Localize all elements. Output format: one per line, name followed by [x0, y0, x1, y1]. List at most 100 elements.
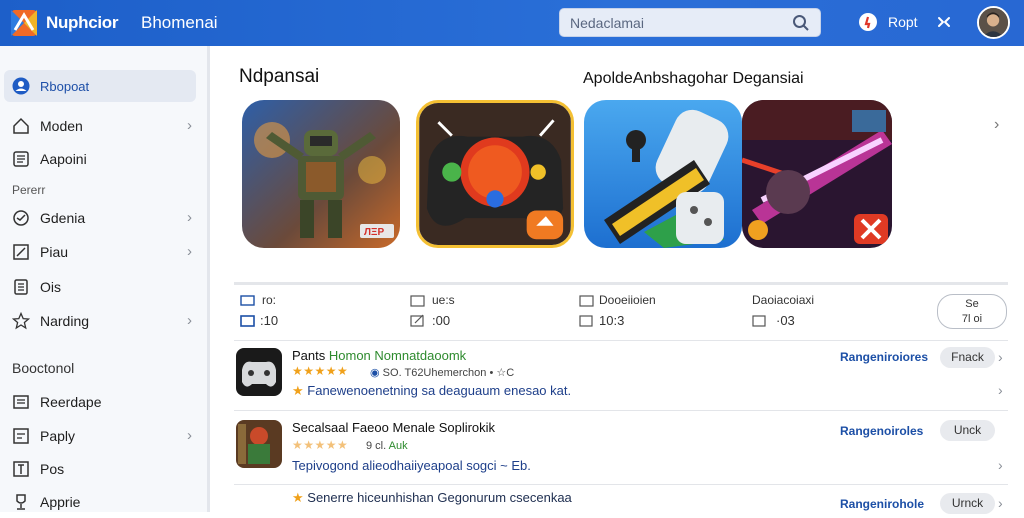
square-icon — [410, 295, 425, 307]
page-title: Ndpansai — [239, 66, 320, 87]
sidebar-item-label: Moden — [40, 118, 83, 134]
notification-label[interactable]: Ropt — [888, 14, 918, 30]
stat-box-top: Se — [965, 298, 979, 310]
row-divider — [234, 340, 1008, 341]
list-item-title[interactable]: Pants Homon Nomnatdaoomk — [292, 348, 466, 363]
neon-shooter-art — [742, 100, 892, 248]
featured-game-tile[interactable]: ЛΞΡ — [242, 100, 400, 248]
row-divider — [234, 484, 1008, 485]
sidebar-item-pos[interactable]: Pos — [4, 453, 196, 485]
rating-stars: ★★★★★ — [292, 364, 349, 378]
square-icon — [579, 295, 594, 307]
chevron-right-icon[interactable]: › — [998, 382, 1003, 398]
sidebar-item-piau[interactable]: Piau › — [4, 236, 196, 268]
star-icon — [12, 312, 30, 330]
avatar[interactable] — [977, 6, 1010, 39]
trophy-icon — [16, 494, 26, 510]
row-divider — [234, 410, 1008, 411]
sidebar-item-ois[interactable]: Ois — [4, 271, 196, 303]
edit-icon — [410, 314, 424, 327]
track-button[interactable]: Fnack — [940, 347, 995, 368]
stat-value: ·03 — [776, 313, 795, 328]
sidebar: Rbopoat Moden › Aapoini Pererr Gdenia › … — [0, 46, 210, 512]
featured-game-tile[interactable] — [416, 100, 574, 248]
sidebar-item-gdenia[interactable]: Gdenia › — [4, 202, 196, 234]
sidebar-item-label: Ois — [40, 279, 61, 295]
list-item-icon — [236, 348, 282, 396]
stat-value: :10 — [260, 313, 279, 328]
filter-toggle[interactable]: Se 7l oi — [937, 294, 1007, 329]
svg-text:ЛΞΡ: ЛΞΡ — [364, 227, 384, 238]
sidebar-item-label: Aapoini — [40, 151, 87, 167]
chevron-right-icon: › — [187, 427, 192, 444]
sidebar-item-paply[interactable]: Paply › — [4, 420, 196, 452]
track-button[interactable]: Unck — [940, 420, 995, 441]
app-title: Nuphcior — [46, 13, 119, 32]
sync-icon[interactable] — [935, 13, 953, 31]
hero-game-art — [236, 420, 282, 468]
app-subtitle[interactable]: Bhomenai — [141, 13, 218, 33]
text-icon — [13, 461, 29, 477]
sidebar-item-label: Piau — [40, 244, 69, 260]
gamepad-art — [419, 103, 571, 245]
stat-value: :00 — [432, 313, 451, 328]
sidebar-item-moden[interactable]: Moden › — [4, 110, 196, 142]
square-icon — [752, 315, 766, 327]
description-text: Senerre hiceunhishan Gegonurum csecenkaa — [307, 490, 572, 505]
chevron-right-icon: › — [187, 312, 192, 329]
sidebar-item-label: Rbopoat — [40, 79, 90, 94]
description-text: Fanewenoenetning sa deaguaum enesao kat. — [307, 383, 572, 398]
app-logo-icon[interactable] — [10, 9, 38, 37]
list-icon — [13, 151, 29, 167]
carousel-next-chevron-icon[interactable]: › — [994, 116, 999, 134]
sidebar-item-apprie[interactable]: Apprie — [4, 486, 196, 518]
chevron-right-icon: › — [187, 243, 192, 260]
chat-icon — [240, 295, 255, 306]
list-item-meta: ◉ SO. T62Uhemerchon • ☆C — [370, 367, 515, 379]
sidebar-section-heading: Pererr — [12, 183, 46, 197]
meta-extra: Auk — [388, 440, 408, 452]
stat-value: 10:3 — [599, 313, 625, 328]
list-item-icon — [236, 420, 282, 468]
box-icon — [240, 315, 255, 327]
stat-label: Dooeiioien — [599, 293, 656, 307]
stat-label: ro: — [262, 293, 277, 307]
sidebar-item-label: Pos — [40, 461, 65, 477]
user-avatar-icon — [979, 8, 1008, 37]
list-item-link[interactable]: Rangenoiroles — [840, 424, 923, 438]
list-item-title[interactable]: Secalsaal Faeoo Menale Soplirokik — [292, 420, 495, 435]
list-item-description: ★ Fanewenoenetning sa deaguaum enesao ka… — [292, 383, 572, 398]
chevron-right-icon[interactable]: › — [998, 495, 1003, 511]
sidebar-item-reerdape[interactable]: Reerdape — [4, 386, 196, 418]
sidebar-item-narding[interactable]: Narding › — [4, 305, 196, 337]
user-circle-icon — [12, 77, 30, 95]
sidebar-section-heading: Booctonol — [12, 360, 75, 376]
square-icon — [579, 315, 593, 327]
sidebar-item-rbopoat[interactable]: Rbopoat — [4, 70, 196, 102]
featured-game-tile[interactable] — [742, 100, 892, 248]
document-icon — [14, 279, 28, 295]
chevron-right-icon[interactable]: › — [998, 457, 1003, 473]
clock-icon — [13, 210, 29, 226]
sidebar-item-aapoini[interactable]: Aapoini — [4, 143, 196, 175]
stat-box-bottom: 7l oi — [961, 313, 983, 325]
list-item-link[interactable]: Rangenirohole — [840, 497, 924, 511]
search-icon[interactable] — [792, 14, 810, 32]
list-item-description: ★ Senerre hiceunhishan Gegonurum csecenk… — [292, 490, 572, 505]
notification-icon[interactable] — [858, 12, 878, 32]
controller-blue-art — [584, 100, 742, 248]
note-icon — [13, 428, 29, 444]
title-text: Pants — [292, 348, 326, 363]
rating-stars: ★★★★★ — [292, 438, 349, 452]
featured-game-tile[interactable] — [584, 100, 742, 248]
sidebar-item-label: Narding — [40, 313, 90, 329]
search-input[interactable]: Nedaclamai — [559, 8, 821, 37]
track-button[interactable]: Urnck — [940, 493, 995, 514]
chevron-right-icon[interactable]: › — [998, 349, 1003, 365]
title-highlight: Homon Nomnatdaoomk — [328, 348, 467, 363]
section-subtitle: ApoldeAnbshagohar Degansiai — [583, 70, 804, 87]
top-bar: Nuphcior Bhomenai Nedaclamai Ropt — [0, 0, 1024, 46]
list-item-link[interactable]: Rangeniroiores — [840, 350, 928, 364]
edit-icon — [13, 244, 29, 260]
search-placeholder: Nedaclamai — [570, 15, 644, 31]
